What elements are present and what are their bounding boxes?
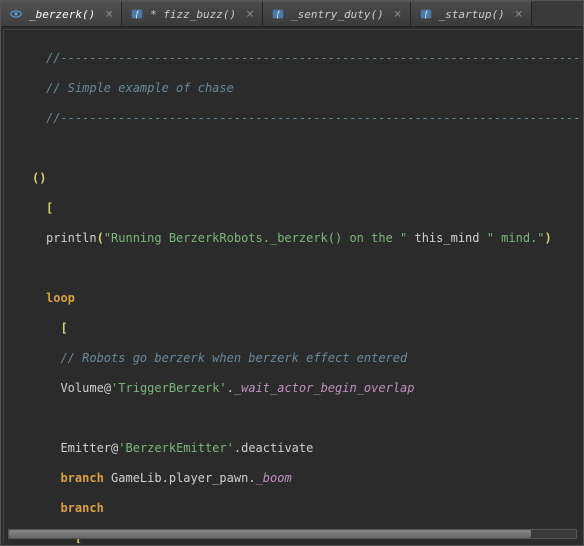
tab-bar: _berzerk() × f * fizz_buzz() × f _sentry… bbox=[1, 1, 583, 27]
tab-label: _berzerk() bbox=[29, 8, 95, 21]
kw-loop: loop bbox=[46, 291, 75, 305]
function-icon: f bbox=[419, 7, 433, 21]
string: " mind." bbox=[487, 231, 545, 245]
paren: () bbox=[32, 171, 46, 185]
tab-startup[interactable]: f _startup() × bbox=[411, 1, 532, 26]
comment: // Robots go berzerk when berzerk effect… bbox=[60, 351, 407, 365]
tab-sentryduty[interactable]: f _sentry_duty() × bbox=[263, 1, 411, 26]
eye-icon bbox=[9, 7, 23, 21]
close-icon[interactable]: × bbox=[105, 7, 113, 22]
comment: // Simple example of chase bbox=[46, 81, 234, 95]
string: 'BerzerkEmitter' bbox=[118, 441, 234, 455]
bracket-open: [ bbox=[60, 321, 67, 335]
bracket-open: [ bbox=[46, 201, 53, 215]
editor-window: _berzerk() × f * fizz_buzz() × f _sentry… bbox=[0, 0, 584, 546]
code-editor[interactable]: //--------------------------------------… bbox=[3, 29, 581, 543]
tab-berzerk[interactable]: _berzerk() × bbox=[1, 1, 122, 26]
tab-label: _startup() bbox=[439, 8, 505, 21]
scrollbar-thumb[interactable] bbox=[9, 530, 531, 538]
horizontal-scrollbar[interactable] bbox=[8, 529, 577, 539]
close-icon[interactable]: × bbox=[246, 7, 254, 22]
kw-branch: branch bbox=[60, 501, 103, 515]
function-icon: f bbox=[271, 7, 285, 21]
member: _boom bbox=[256, 471, 292, 485]
string: "Running BerzerkRobots._berzerk() on the… bbox=[104, 231, 407, 245]
comment: //--------------------------------------… bbox=[46, 51, 581, 65]
tab-label: * fizz_buzz() bbox=[150, 8, 236, 21]
tab-label: _sentry_duty() bbox=[291, 8, 384, 21]
fn-println: println bbox=[46, 231, 97, 245]
string: 'TriggerBerzerk' bbox=[111, 381, 227, 395]
close-icon[interactable]: × bbox=[515, 7, 523, 22]
close-icon[interactable]: × bbox=[394, 7, 402, 22]
member: _wait_actor_begin_overlap bbox=[234, 381, 415, 395]
tab-fizzbuzz[interactable]: f * fizz_buzz() × bbox=[122, 1, 263, 26]
comment: //--------------------------------------… bbox=[46, 111, 581, 125]
function-icon: f bbox=[130, 7, 144, 21]
